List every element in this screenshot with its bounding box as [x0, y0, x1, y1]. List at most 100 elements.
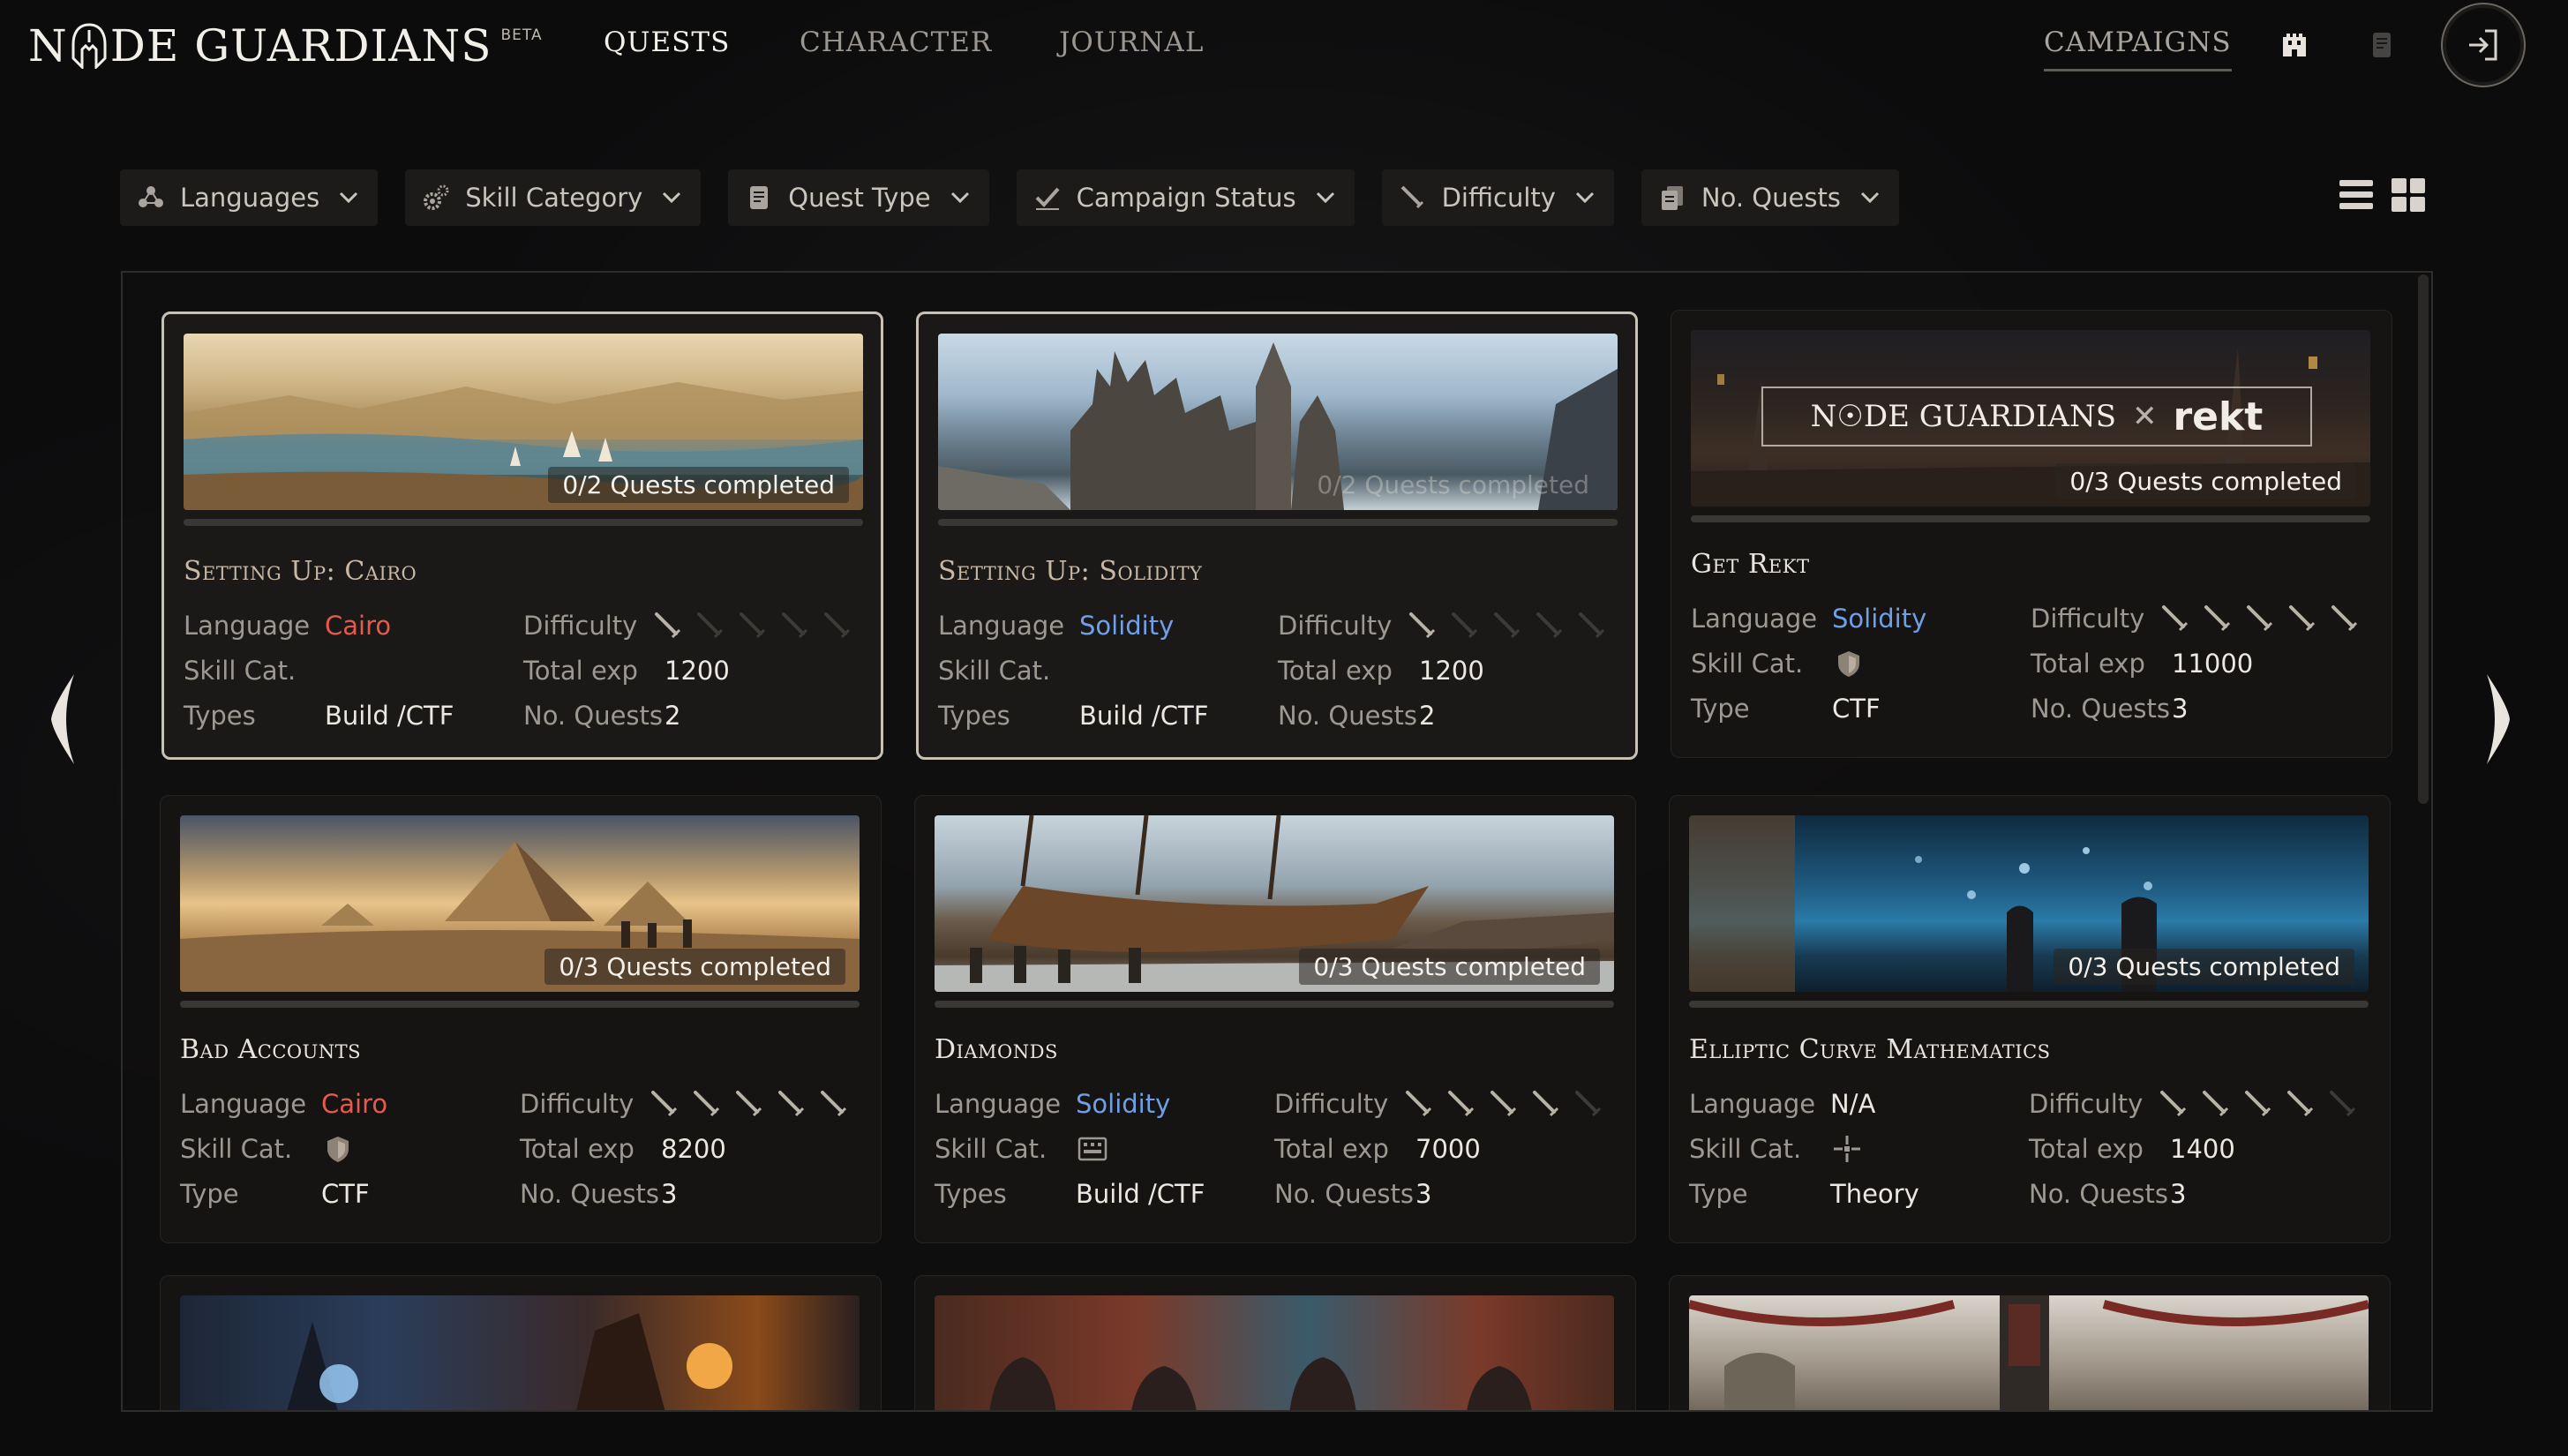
- difficulty-rating: [2159, 1089, 2358, 1119]
- skill-cat-label: Skill Cat.: [1689, 1134, 1802, 1164]
- campaign-title: Elliptic Curve Mathematics: [1689, 1034, 2051, 1065]
- type-value: Build /CTF: [1076, 1179, 1205, 1209]
- sword-icon: [2287, 1091, 2314, 1117]
- total-exp-value: 1200: [665, 656, 730, 686]
- nav-campaigns[interactable]: Campaigns: [2044, 26, 2232, 71]
- no-quests-value: 3: [2172, 694, 2189, 724]
- chevron-down-icon: [1860, 188, 1880, 207]
- nav-character[interactable]: Character: [800, 26, 992, 58]
- difficulty-rating: [653, 611, 852, 641]
- filter-label: Difficulty: [1441, 183, 1556, 213]
- no-quests-value: 2: [665, 701, 681, 731]
- skill-cat-label: Skill Cat.: [938, 656, 1051, 686]
- language-label: Language: [1689, 1089, 1816, 1119]
- skill-cat-label: Skill Cat.: [935, 1134, 1047, 1164]
- filter-skill-category[interactable]: Skill Category: [405, 169, 702, 226]
- sword-icon: [2331, 605, 2358, 632]
- node-guardians-logo[interactable]: N DE GUARDIANS BETA: [28, 18, 543, 74]
- total-exp-value: 1400: [2170, 1134, 2235, 1164]
- check-icon: [1032, 183, 1062, 213]
- campaign-card-partial[interactable]: [1669, 1275, 2391, 1410]
- language-value: Cairo: [321, 1089, 388, 1119]
- quests-progress: 0/3 Quests completed: [2054, 949, 2354, 985]
- filter-campaign-status[interactable]: Campaign Status: [1016, 169, 1355, 226]
- progress-bar: [935, 1001, 1614, 1008]
- filter-label: Languages: [180, 183, 320, 213]
- list-view-icon[interactable]: [2338, 176, 2375, 214]
- logo-part2: DE GUARDIANS: [109, 20, 492, 71]
- filter-bar: Languages Skill Category Quest Type Camp…: [120, 169, 1899, 226]
- chevron-down-icon: [950, 188, 970, 207]
- banner-guardians: N☉DE GUARDIANS: [1810, 399, 2116, 434]
- campaign-card-setting-up-cairo[interactable]: 0/2 Quests completed Setting Up: Cairo L…: [161, 311, 883, 760]
- filter-languages[interactable]: Languages: [120, 169, 379, 226]
- sword-icon: [651, 1091, 678, 1117]
- campaign-card-diamonds[interactable]: 0/3 Quests completed Diamonds Language S…: [914, 795, 1636, 1243]
- campaign-card-setting-up-solidity[interactable]: 0/2 Quests completed Setting Up: Solidit…: [916, 311, 1638, 760]
- previous-arrow-icon[interactable]: [46, 671, 81, 768]
- filter-difficulty[interactable]: Difficulty: [1381, 169, 1614, 226]
- progress-bar: [938, 519, 1618, 526]
- sword-icon: [2247, 605, 2273, 632]
- campaign-image: N☉DE GUARDIANS ✕ rekt 0/3 Quests complet…: [1691, 330, 2370, 507]
- nav-quests[interactable]: Quests: [604, 26, 730, 58]
- shield-icon: [327, 1137, 349, 1162]
- campaign-card-get-rekt[interactable]: N☉DE GUARDIANS ✕ rekt 0/3 Quests complet…: [1671, 310, 2392, 758]
- campaigns-panel: 0/2 Quests completed Setting Up: Cairo L…: [121, 271, 2433, 1412]
- keyboard-icon: [1078, 1137, 1108, 1161]
- type-value: Build /CTF: [1079, 701, 1209, 731]
- nodes-icon: [136, 183, 166, 213]
- chevron-down-icon: [1316, 188, 1335, 207]
- panel-scrollbar[interactable]: [2418, 274, 2429, 804]
- rekt-banner: N☉DE GUARDIANS ✕ rekt: [1761, 387, 2312, 447]
- sword-icon: [1452, 612, 1478, 639]
- logo-part1: N: [28, 20, 68, 71]
- sword-icon: [1448, 1091, 1475, 1117]
- campaign-image: [1689, 1295, 2369, 1410]
- skill-cat-label: Skill Cat.: [1691, 649, 1804, 679]
- campaign-card-partial[interactable]: [160, 1275, 882, 1410]
- campaign-image: 0/3 Quests completed: [1689, 815, 2369, 992]
- no-quests-label: No. Quests: [2029, 1179, 2168, 1209]
- total-exp-label: Total exp: [523, 656, 638, 686]
- difficulty-label: Difficulty: [523, 611, 638, 641]
- castle-icon[interactable]: [2274, 25, 2315, 65]
- campaign-card-elliptic-curve[interactable]: 0/3 Quests completed Elliptic Curve Math…: [1669, 795, 2391, 1243]
- type-value: CTF: [1832, 694, 1881, 724]
- total-exp-label: Total exp: [2029, 1134, 2144, 1164]
- sword-icon: [655, 612, 681, 639]
- difficulty-label: Difficulty: [1278, 611, 1393, 641]
- grid-view-icon[interactable]: [2390, 176, 2427, 214]
- sword-icon: [694, 1091, 720, 1117]
- chevron-down-icon: [339, 188, 358, 207]
- campaign-card-partial[interactable]: [914, 1275, 1636, 1410]
- quests-progress: 0/3 Quests completed: [544, 949, 845, 985]
- no-quests-label: No. Quests: [523, 701, 663, 731]
- types-label: Types: [935, 1179, 1007, 1209]
- sword-icon: [1536, 612, 1563, 639]
- no-quests-value: 3: [661, 1179, 678, 1209]
- quests-progress: 0/3 Quests completed: [1299, 949, 1600, 985]
- language-label: Language: [1691, 604, 1818, 634]
- no-quests-label: No. Quests: [1278, 701, 1417, 731]
- scroll-icon: [744, 183, 774, 213]
- language-label: Language: [184, 611, 311, 641]
- language-value: Cairo: [325, 611, 392, 641]
- sword-icon: [2204, 605, 2231, 632]
- filter-quest-type[interactable]: Quest Type: [728, 169, 989, 226]
- scroll-icon[interactable]: [2362, 25, 2403, 65]
- sword-icon: [740, 612, 766, 639]
- difficulty-label: Difficulty: [1274, 1089, 1389, 1119]
- total-exp-value: 8200: [661, 1134, 726, 1164]
- campaign-card-bad-accounts[interactable]: 0/3 Quests completed Bad Accounts Langua…: [160, 795, 882, 1243]
- language-value: Solidity: [1832, 604, 1927, 634]
- logout-button[interactable]: [2441, 3, 2526, 87]
- total-exp-label: Total exp: [2031, 649, 2145, 679]
- total-exp-label: Total exp: [520, 1134, 634, 1164]
- campaign-image: 0/2 Quests completed: [938, 334, 1618, 510]
- next-arrow-icon[interactable]: [2480, 671, 2515, 768]
- chevron-down-icon: [1575, 188, 1595, 207]
- nav-journal[interactable]: Journal: [1059, 26, 1204, 58]
- difficulty-label: Difficulty: [2029, 1089, 2144, 1119]
- filter-no-quests[interactable]: No. Quests: [1641, 169, 1899, 226]
